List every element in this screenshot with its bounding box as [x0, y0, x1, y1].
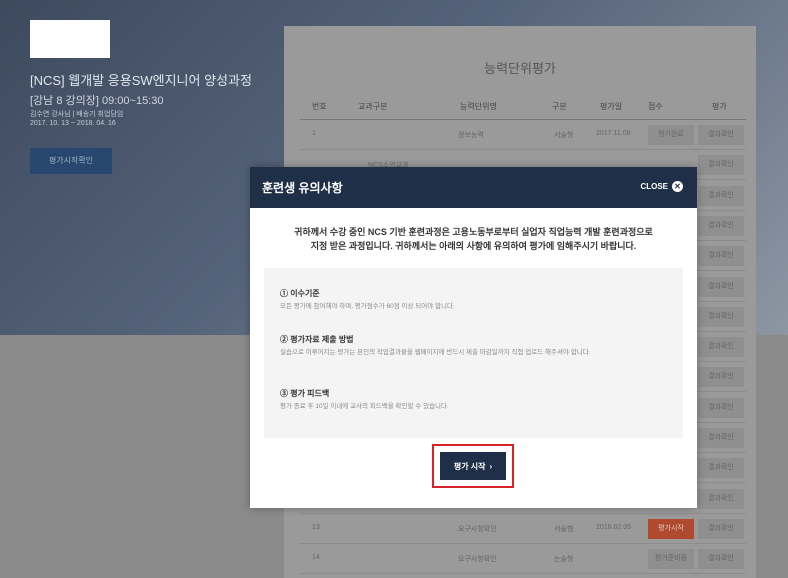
- trainee-notice-modal: 훈련생 유의사항 CLOSE ✕ 귀하께서 수강 중인 NCS 기반 훈련과정은…: [250, 167, 697, 508]
- notice-item-feedback: ③ 평가 피드백 평가 종료 후 10일 이내에 교사의 피드백을 확인할 수 …: [280, 388, 670, 411]
- row-number: 14: [312, 554, 320, 562]
- row-result-button[interactable]: 결과확인: [698, 488, 744, 509]
- row-result-button[interactable]: 결과확인: [698, 215, 744, 236]
- column-header-subject: 교과구분: [358, 102, 388, 111]
- column-header-type: 구분: [552, 102, 567, 111]
- notice-title: ③ 평가 피드백: [280, 389, 330, 398]
- row-result-button[interactable]: 결과확인: [698, 397, 744, 418]
- column-header-evaluation: 평가: [712, 102, 727, 111]
- modal-intro: 귀하께서 수강 중인 NCS 기반 훈련과정은 고용노동부로부터 실업자 직업능…: [270, 225, 677, 253]
- table-row: 13 요구사항확인 서술형 2018.02.05 평가시작 결과확인: [300, 514, 746, 544]
- notice-title: ② 평가자료 제출 방법: [280, 335, 354, 344]
- row-result-button[interactable]: 결과확인: [698, 246, 744, 267]
- logo-placeholder: [30, 20, 110, 58]
- course-title: [NCS] 웹개발 응용SW엔지니어 양성과정: [30, 73, 252, 88]
- close-icon: ✕: [672, 181, 683, 192]
- row-type: 서술형: [554, 132, 574, 139]
- chevron-right-icon: ›: [489, 461, 493, 471]
- column-header-score: 점수: [648, 102, 663, 111]
- column-header-unit: 능력단위명: [460, 102, 497, 111]
- row-type: 논술형: [554, 556, 574, 564]
- notice-title: ① 이수기준: [280, 289, 320, 298]
- row-result-button[interactable]: 결과확인: [698, 155, 744, 176]
- modal-title: 훈련생 유의사항: [262, 181, 343, 195]
- row-date: 2018.02.05: [596, 523, 632, 531]
- start-evaluation-button[interactable]: 평가 시작 ›: [440, 452, 506, 480]
- course-instructor: 김수연 강사님 | 배송기 취업담임: [30, 111, 124, 118]
- notice-item-submission: ② 평가자료 제출 방법 실습으로 이루어지는 평가는 본인의 작업결과물을 웹…: [280, 334, 670, 357]
- modal-header: 훈련생 유의사항 CLOSE ✕: [250, 167, 697, 208]
- table-header: 번호 교과구분 능력단위명 구분 평가일 점수 평가: [300, 92, 746, 120]
- column-header-number: 번호: [312, 102, 327, 111]
- notice-body: 실습으로 이루어지는 평가는 본인의 작업결과물을 웹페이지에 반드시 제출 마…: [280, 349, 591, 356]
- row-result-button[interactable]: 결과확인: [698, 276, 744, 297]
- course-schedule: [강남 8 강의장] 09:00~15:30: [30, 95, 164, 107]
- evaluation-check-button[interactable]: 평가시작확인: [30, 148, 112, 174]
- notice-body: 모든 평가에 참여해야 하며, 평가점수가 60점 이상 되어야 합니다.: [280, 303, 455, 310]
- row-status-button[interactable]: 평가준비중: [648, 549, 694, 570]
- table-row: 1정보능력서술형2017.11.08100.00평가완료결과확인: [300, 120, 746, 150]
- row-result-button[interactable]: 결과확인: [698, 337, 744, 358]
- row-result-button[interactable]: 결과확인: [698, 549, 744, 570]
- modal-close-button[interactable]: CLOSE ✕: [640, 181, 683, 192]
- row-result-button[interactable]: 결과확인: [698, 185, 744, 206]
- table-row: 14 요구사항확인 논술형 평가준비중 결과확인: [300, 544, 746, 575]
- course-period: 2017. 10. 13 ~ 2018. 04. 16: [30, 120, 116, 127]
- row-type: 서술형: [554, 525, 574, 533]
- row-number: 1: [312, 130, 316, 137]
- row-unit: 정보능력: [458, 132, 484, 139]
- row-number: 13: [312, 523, 320, 531]
- row-result-button[interactable]: 결과확인: [698, 367, 744, 388]
- notice-body: 평가 종료 후 10일 이내에 교사의 피드백을 확인할 수 있습니다.: [280, 403, 449, 410]
- start-button-highlight: 평가 시작 ›: [432, 444, 514, 488]
- notice-item-completion: ① 이수기준 모든 평가에 참여해야 하며, 평가점수가 60점 이상 되어야 …: [280, 288, 670, 311]
- notice-list: ① 이수기준 모든 평가에 참여해야 하며, 평가점수가 60점 이상 되어야 …: [264, 268, 683, 438]
- panel-title: 능력단위평가: [484, 61, 556, 76]
- row-unit: 요구사항확인: [458, 556, 497, 564]
- column-header-date: 평가일: [600, 102, 623, 111]
- close-label: CLOSE: [640, 182, 668, 191]
- row-date: 2017.11.08: [596, 130, 631, 137]
- intro-line-2: 지정 받은 과정입니다. 귀하께서는 아래의 사항에 유의하여 평가에 임해주시…: [310, 241, 637, 251]
- row-status-button[interactable]: 평가완료: [648, 125, 694, 145]
- row-status-button[interactable]: 평가시작: [648, 518, 694, 539]
- row-result-button[interactable]: 결과확인: [698, 518, 744, 539]
- row-unit: 요구사항확인: [458, 525, 497, 533]
- row-result-button[interactable]: 결과확인: [698, 306, 744, 327]
- row-result-button[interactable]: 결과확인: [698, 428, 744, 448]
- row-result-button[interactable]: 결과확인: [698, 125, 744, 145]
- intro-line-1: 귀하께서 수강 중인 NCS 기반 훈련과정은 고용노동부로부터 실업자 직업능…: [294, 227, 653, 237]
- start-button-label: 평가 시작: [453, 461, 486, 471]
- course-info: 김수연 강사님 | 배송기 취업담임 2017. 10. 13 ~ 2018. …: [30, 110, 123, 128]
- row-result-button[interactable]: 결과확인: [698, 458, 744, 479]
